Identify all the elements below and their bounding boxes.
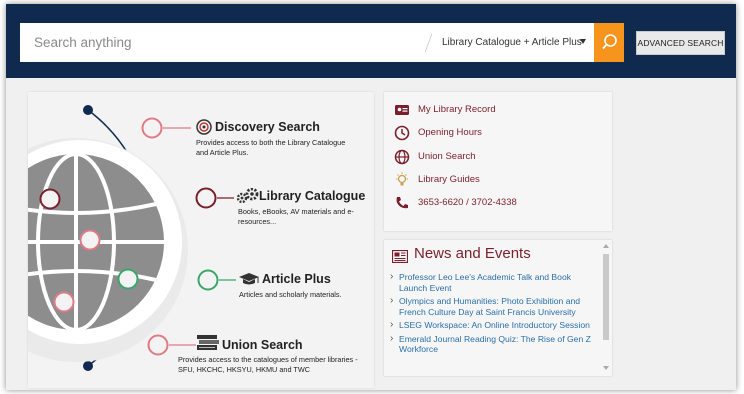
library-catalogue-link[interactable]: Library Catalogue [259, 189, 365, 203]
lightbulb-icon [396, 172, 408, 186]
news-item[interactable]: Professor Leo Lee's Academic Talk and Bo… [390, 272, 596, 293]
news-item[interactable]: Emerald Journal Reading Quiz: The Rise o… [390, 334, 596, 355]
search-box: Library Catalogue + Article Plus [20, 23, 595, 62]
quick-link-label: 3653-6620 / 3702-4338 [418, 197, 517, 208]
quick-link-phone[interactable]: 3653-6620 / 3702-4338 [384, 194, 612, 214]
target-icon [196, 119, 212, 135]
article-plus-link[interactable]: Article Plus [262, 272, 331, 286]
gears-icon [236, 188, 259, 204]
discovery-search-link[interactable]: Discovery Search [215, 120, 320, 134]
news-item[interactable]: Olympics and Humanities: Photo Exhibitio… [390, 296, 596, 317]
header-bar: Library Catalogue + Article Plus ADVANCE… [6, 4, 736, 78]
globe-icon [394, 149, 410, 165]
library-catalogue-desc: Books, eBooks, AV materials and e-resour… [238, 207, 354, 226]
phone-icon [396, 197, 408, 209]
app-frame: Library Catalogue + Article Plus ADVANCE… [6, 4, 736, 390]
id-card-icon [395, 105, 409, 115]
quick-link-union-search[interactable]: Union Search [384, 148, 612, 168]
quick-links-panel: My Library Record Opening Hours Union Se… [384, 92, 612, 231]
clock-icon [394, 125, 410, 141]
article-plus-desc: Articles and scholarly materials. [239, 290, 342, 299]
search-icon [602, 34, 617, 50]
quick-link-label: Union Search [418, 151, 476, 162]
search-tools-panel: Discovery Search Provides access to both… [28, 92, 374, 388]
quick-link-my-library-record[interactable]: My Library Record [384, 101, 612, 121]
news-events-panel: News and Events Professor Leo Lee's Acad… [384, 240, 612, 376]
search-button[interactable] [594, 23, 624, 62]
search-input[interactable] [20, 23, 434, 62]
news-heading: News and Events [414, 245, 531, 262]
quick-link-label: Library Guides [418, 174, 480, 185]
books-icon [197, 335, 219, 350]
scroll-up-arrow-icon[interactable] [603, 244, 609, 248]
union-search-desc: Provides access to the catalogues of mem… [178, 355, 358, 374]
quick-link-label: Opening Hours [418, 127, 482, 138]
scroll-down-arrow-icon[interactable] [603, 366, 609, 370]
scrollbar-thumb[interactable] [603, 254, 609, 340]
discovery-search-desc: Provides access to both the Library Cata… [196, 138, 346, 157]
quick-link-library-guides[interactable]: Library Guides [384, 171, 612, 191]
advanced-search-button[interactable]: ADVANCED SEARCH [636, 31, 725, 55]
quick-link-opening-hours[interactable]: Opening Hours [384, 124, 612, 144]
news-list: Professor Leo Lee's Academic Talk and Bo… [390, 272, 596, 358]
newspaper-icon [392, 250, 408, 263]
graduation-cap-icon [239, 273, 259, 285]
caret-down-icon [580, 39, 586, 44]
scope-select-label: Library Catalogue + Article Plus [442, 37, 582, 48]
news-scrollbar[interactable] [600, 240, 612, 376]
union-search-link[interactable]: Union Search [222, 338, 303, 352]
quick-link-label: My Library Record [418, 104, 496, 115]
scope-select[interactable]: Library Catalogue + Article Plus [436, 23, 594, 62]
news-item[interactable]: LSEG Workspace: An Online Introductory S… [390, 320, 596, 331]
